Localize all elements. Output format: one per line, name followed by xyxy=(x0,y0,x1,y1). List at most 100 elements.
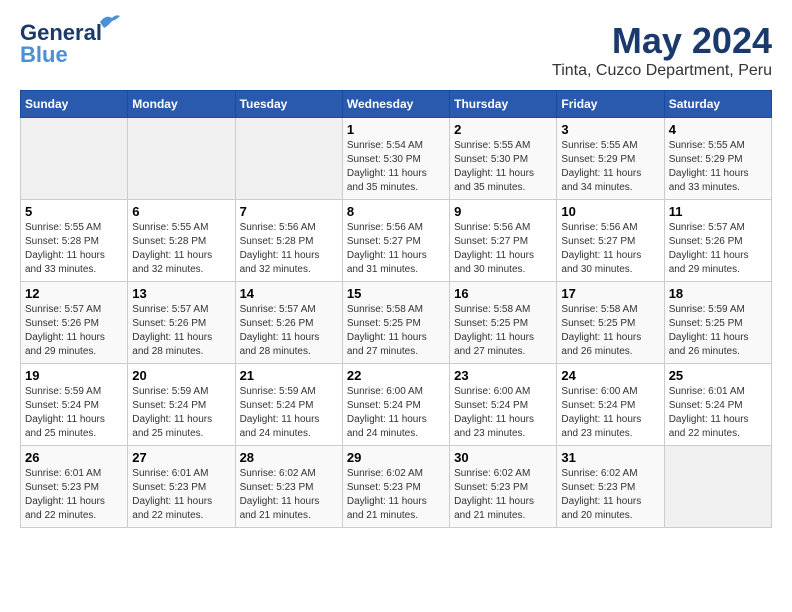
logo: General Blue xyxy=(20,20,102,68)
subtitle: Tinta, Cuzco Department, Peru xyxy=(552,62,772,80)
day-cell: 25 Sunrise: 6:01 AM Sunset: 5:24 PM Dayli… xyxy=(664,364,771,446)
day-number: 4 xyxy=(669,122,767,137)
calendar-table: SundayMondayTuesdayWednesdayThursdayFrid… xyxy=(20,90,772,528)
day-cell: 31 Sunrise: 6:02 AM Sunset: 5:23 PM Dayli… xyxy=(557,446,664,528)
day-number: 16 xyxy=(454,286,552,301)
day-info: Sunrise: 6:00 AM Sunset: 5:24 PM Dayligh… xyxy=(454,385,552,441)
day-info: Sunrise: 6:01 AM Sunset: 5:24 PM Dayligh… xyxy=(669,385,767,441)
day-number: 7 xyxy=(240,204,338,219)
logo-bird-icon xyxy=(98,12,120,30)
day-info: Sunrise: 5:59 AM Sunset: 5:24 PM Dayligh… xyxy=(132,385,230,441)
day-cell: 21Sunrise: 5:59 AM Sunset: 5:24 PM Dayli… xyxy=(235,364,342,446)
day-cell: 30 Sunrise: 6:02 AM Sunset: 5:23 PM Dayli… xyxy=(450,446,557,528)
day-number: 14 xyxy=(240,286,338,301)
day-cell: 28Sunrise: 6:02 AM Sunset: 5:23 PM Dayli… xyxy=(235,446,342,528)
day-info: Sunrise: 5:56 AM Sunset: 5:27 PM Dayligh… xyxy=(454,221,552,277)
day-cell: 13 Sunrise: 5:57 AM Sunset: 5:26 PM Dayli… xyxy=(128,282,235,364)
day-cell: 1Sunrise: 5:54 AM Sunset: 5:30 PM Daylig… xyxy=(342,118,449,200)
day-number: 17 xyxy=(561,286,659,301)
day-number: 24 xyxy=(561,368,659,383)
day-number: 31 xyxy=(561,450,659,465)
day-number: 6 xyxy=(132,204,230,219)
day-cell: 5Sunrise: 5:55 AM Sunset: 5:28 PM Daylig… xyxy=(21,200,128,282)
day-cell: 19 Sunrise: 5:59 AM Sunset: 5:24 PM Dayli… xyxy=(21,364,128,446)
day-number: 23 xyxy=(454,368,552,383)
day-number: 30 xyxy=(454,450,552,465)
day-number: 1 xyxy=(347,122,445,137)
day-cell: 17Sunrise: 5:58 AM Sunset: 5:25 PM Dayli… xyxy=(557,282,664,364)
day-info: Sunrise: 5:58 AM Sunset: 5:25 PM Dayligh… xyxy=(347,303,445,359)
day-cell xyxy=(128,118,235,200)
day-number: 5 xyxy=(25,204,123,219)
day-cell: 3 Sunrise: 5:55 AM Sunset: 5:29 PM Daylig… xyxy=(557,118,664,200)
day-cell: 6 Sunrise: 5:55 AM Sunset: 5:28 PM Daylig… xyxy=(128,200,235,282)
day-number: 12 xyxy=(25,286,123,301)
day-number: 13 xyxy=(132,286,230,301)
day-info: Sunrise: 5:59 AM Sunset: 5:25 PM Dayligh… xyxy=(669,303,767,359)
day-info: Sunrise: 6:01 AM Sunset: 5:23 PM Dayligh… xyxy=(132,467,230,523)
day-cell: 23 Sunrise: 6:00 AM Sunset: 5:24 PM Dayli… xyxy=(450,364,557,446)
day-cell: 11Sunrise: 5:57 AM Sunset: 5:26 PM Dayli… xyxy=(664,200,771,282)
day-info: Sunrise: 6:02 AM Sunset: 5:23 PM Dayligh… xyxy=(561,467,659,523)
day-cell: 10Sunrise: 5:56 AM Sunset: 5:27 PM Dayli… xyxy=(557,200,664,282)
col-header-monday: Monday xyxy=(128,91,235,118)
week-row-2: 5 Sunrise: 5:55 AM Sunset: 5:28 PM Daylig… xyxy=(21,200,772,282)
day-cell: 22Sunrise: 6:00 AM Sunset: 5:24 PM Dayli… xyxy=(342,364,449,446)
day-info: Sunrise: 5:57 AM Sunset: 5:26 PM Dayligh… xyxy=(669,221,767,277)
day-number: 2 xyxy=(454,122,552,137)
day-cell: 2 Sunrise: 5:55 AM Sunset: 5:30 PM Daylig… xyxy=(450,118,557,200)
day-number: 28 xyxy=(240,450,338,465)
day-number: 20 xyxy=(132,368,230,383)
day-cell: 29 Sunrise: 6:02 AM Sunset: 5:23 PM Dayli… xyxy=(342,446,449,528)
day-number: 18 xyxy=(669,286,767,301)
page-header: General Blue May 2024 Tinta, Cuzco Depar… xyxy=(20,20,772,80)
day-info: Sunrise: 5:58 AM Sunset: 5:25 PM Dayligh… xyxy=(454,303,552,359)
day-number: 10 xyxy=(561,204,659,219)
day-info: Sunrise: 5:56 AM Sunset: 5:28 PM Dayligh… xyxy=(240,221,338,277)
day-info: Sunrise: 5:55 AM Sunset: 5:30 PM Dayligh… xyxy=(454,139,552,195)
day-info: Sunrise: 6:02 AM Sunset: 5:23 PM Dayligh… xyxy=(454,467,552,523)
day-cell: 16 Sunrise: 5:58 AM Sunset: 5:25 PM Dayli… xyxy=(450,282,557,364)
day-info: Sunrise: 5:59 AM Sunset: 5:24 PM Dayligh… xyxy=(25,385,123,441)
day-number: 26 xyxy=(25,450,123,465)
logo-general: General xyxy=(20,20,102,45)
day-cell: 20 Sunrise: 5:59 AM Sunset: 5:24 PM Dayli… xyxy=(128,364,235,446)
week-row-4: 19 Sunrise: 5:59 AM Sunset: 5:24 PM Dayli… xyxy=(21,364,772,446)
day-info: Sunrise: 5:59 AM Sunset: 5:24 PM Dayligh… xyxy=(240,385,338,441)
day-info: Sunrise: 5:57 AM Sunset: 5:26 PM Dayligh… xyxy=(240,303,338,359)
day-cell: 15 Sunrise: 5:58 AM Sunset: 5:25 PM Dayli… xyxy=(342,282,449,364)
day-cell: 4Sunrise: 5:55 AM Sunset: 5:29 PM Daylig… xyxy=(664,118,771,200)
day-info: Sunrise: 6:02 AM Sunset: 5:23 PM Dayligh… xyxy=(347,467,445,523)
day-cell: 26 Sunrise: 6:01 AM Sunset: 5:23 PM Dayli… xyxy=(21,446,128,528)
day-info: Sunrise: 5:57 AM Sunset: 5:26 PM Dayligh… xyxy=(132,303,230,359)
day-cell: 12Sunrise: 5:57 AM Sunset: 5:26 PM Dayli… xyxy=(21,282,128,364)
week-row-5: 26 Sunrise: 6:01 AM Sunset: 5:23 PM Dayli… xyxy=(21,446,772,528)
day-number: 9 xyxy=(454,204,552,219)
day-cell: 27Sunrise: 6:01 AM Sunset: 5:23 PM Dayli… xyxy=(128,446,235,528)
day-number: 8 xyxy=(347,204,445,219)
day-cell xyxy=(21,118,128,200)
title-block: May 2024 Tinta, Cuzco Department, Peru xyxy=(552,20,772,80)
day-number: 19 xyxy=(25,368,123,383)
day-number: 25 xyxy=(669,368,767,383)
day-number: 29 xyxy=(347,450,445,465)
day-number: 3 xyxy=(561,122,659,137)
day-cell: 14 Sunrise: 5:57 AM Sunset: 5:26 PM Dayli… xyxy=(235,282,342,364)
calendar-body: 1Sunrise: 5:54 AM Sunset: 5:30 PM Daylig… xyxy=(21,118,772,528)
day-info: Sunrise: 6:00 AM Sunset: 5:24 PM Dayligh… xyxy=(561,385,659,441)
day-cell xyxy=(664,446,771,528)
day-info: Sunrise: 5:55 AM Sunset: 5:28 PM Dayligh… xyxy=(132,221,230,277)
col-header-saturday: Saturday xyxy=(664,91,771,118)
day-info: Sunrise: 5:56 AM Sunset: 5:27 PM Dayligh… xyxy=(347,221,445,277)
header-row: SundayMondayTuesdayWednesdayThursdayFrid… xyxy=(21,91,772,118)
day-info: Sunrise: 6:01 AM Sunset: 5:23 PM Dayligh… xyxy=(25,467,123,523)
col-header-wednesday: Wednesday xyxy=(342,91,449,118)
day-cell: 7 Sunrise: 5:56 AM Sunset: 5:28 PM Daylig… xyxy=(235,200,342,282)
day-number: 15 xyxy=(347,286,445,301)
day-info: Sunrise: 5:55 AM Sunset: 5:29 PM Dayligh… xyxy=(561,139,659,195)
day-info: Sunrise: 6:00 AM Sunset: 5:24 PM Dayligh… xyxy=(347,385,445,441)
col-header-tuesday: Tuesday xyxy=(235,91,342,118)
day-cell: 9 Sunrise: 5:56 AM Sunset: 5:27 PM Daylig… xyxy=(450,200,557,282)
week-row-3: 12 Sunrise: 5:57 AM Sunset: 5:26 PM Dayli… xyxy=(21,282,772,364)
week-row-1: 1Sunrise: 5:54 AM Sunset: 5:30 PM Daylig… xyxy=(21,118,772,200)
